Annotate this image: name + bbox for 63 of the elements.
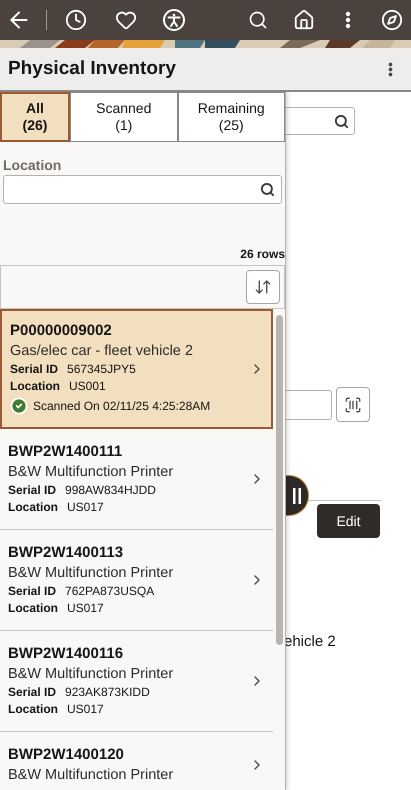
- inventory-card[interactable]: BWP2W1400116 B&W Multifunction Printer Serial ID 923AK873KIDD Location US017: [0, 631, 273, 732]
- asset-description: Gas/elec car - fleet vehicle 2: [10, 343, 194, 359]
- compass-icon: [381, 9, 403, 31]
- inventory-card[interactable]: P00000009002 Gas/elec car - fleet vehicle 2 Serial ID 567345JPY5 Location US001 Scanned On 02/11/25 4:25:28AM: [0, 309, 273, 429]
- heart-icon: [115, 9, 137, 31]
- search-field[interactable]: [284, 107, 355, 135]
- field-label: Location: [8, 601, 58, 615]
- asset-description: B&W Multifunction Printer: [8, 464, 174, 480]
- asset-id: BWP2W1400116: [8, 645, 124, 662]
- field-label: Serial ID: [8, 685, 56, 699]
- field-label: Location: [3, 157, 62, 173]
- input-field[interactable]: [284, 390, 332, 420]
- more-icon: [345, 11, 351, 29]
- panel-resize-handle[interactable]: [286, 475, 309, 516]
- search-icon: [260, 182, 275, 197]
- inventory-card[interactable]: BWP2W1400113 B&W Multifunction Printer Serial ID 762PA873USQA Location US017: [0, 530, 273, 631]
- field-label: Location: [8, 500, 58, 514]
- serial-value: 923AK873KIDD: [65, 685, 150, 699]
- filter-tab[interactable]: Scanned (1): [70, 92, 178, 142]
- barcode-scan-icon: [344, 396, 362, 414]
- filter-tab[interactable]: All (26): [0, 92, 70, 142]
- search-icon: [334, 114, 349, 128]
- serial-value: 998AW834HJDD: [65, 483, 156, 497]
- check-icon: [10, 397, 28, 415]
- field-label: Location: [8, 702, 58, 716]
- sort-button[interactable]: [246, 270, 280, 304]
- location-value: US017: [67, 500, 104, 514]
- serial-value: 762PA873USQA: [65, 584, 154, 598]
- serial-value: 567345JPY5: [67, 362, 136, 376]
- location-field[interactable]: [3, 175, 282, 204]
- house-icon: [293, 9, 315, 31]
- field-label: Serial ID: [10, 362, 58, 376]
- field-label: Location: [10, 379, 60, 393]
- grip-icon: [293, 488, 301, 504]
- asset-id: BWP2W1400111: [8, 443, 124, 460]
- search-icon: [248, 10, 268, 30]
- edit-button[interactable]: Edit: [317, 504, 380, 538]
- filter-tab[interactable]: Remaining (25): [178, 92, 285, 142]
- scan-status: Scanned On 02/11/25 4:25:28AM: [33, 399, 210, 413]
- location-value: US017: [67, 702, 104, 716]
- location-value: US001: [69, 379, 106, 393]
- inventory-card[interactable]: BWP2W1400111 B&W Multifunction Printer Serial ID 998AW834HJDD Location US017: [0, 429, 273, 530]
- asset-description: B&W Multifunction Printer: [8, 767, 174, 783]
- sort-icon: [254, 278, 272, 296]
- asset-id: P00000009002: [10, 322, 113, 339]
- clock-icon: [65, 9, 87, 31]
- asset-description: B&W Multifunction Printer: [8, 565, 174, 581]
- more-icon: [388, 62, 392, 76]
- recent-button[interactable]: [63, 7, 89, 33]
- row-count: 26 rows: [240, 247, 285, 261]
- page-title: Physical Inventory: [8, 58, 176, 80]
- accessibility-icon: [163, 9, 185, 31]
- navigator-button[interactable]: [379, 7, 405, 33]
- field-label: Serial ID: [8, 584, 56, 598]
- scrollbar-thumb[interactable]: [276, 315, 283, 645]
- scan-button[interactable]: [336, 387, 370, 422]
- asset-id: BWP2W1400120: [8, 746, 125, 763]
- location-value: US017: [67, 601, 104, 615]
- inventory-card[interactable]: BWP2W1400120 B&W Multifunction Printer: [0, 732, 273, 790]
- accessibility-button[interactable]: [161, 7, 187, 33]
- asset-id: BWP2W1400113: [8, 544, 124, 561]
- asset-description: B&W Multifunction Printer: [8, 666, 174, 682]
- field-label: Serial ID: [8, 483, 56, 497]
